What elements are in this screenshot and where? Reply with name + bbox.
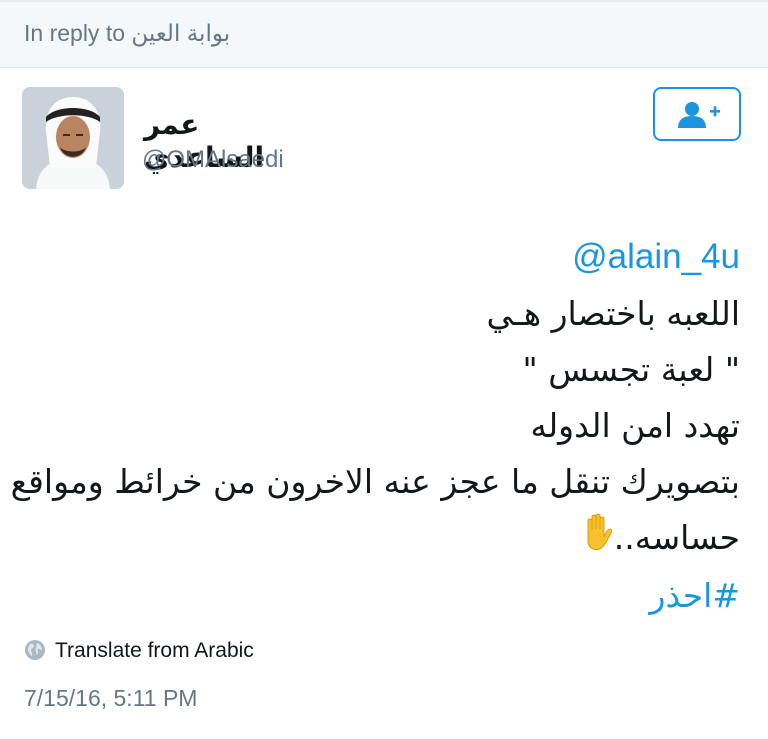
mention-link[interactable]: @alain_4u bbox=[20, 228, 740, 286]
raised-hand-icon bbox=[580, 512, 614, 568]
follow-button[interactable] bbox=[653, 87, 741, 141]
hashtag-link[interactable]: #احذر bbox=[20, 568, 740, 624]
tweet-last-line: حساسه.. bbox=[20, 510, 740, 568]
tweet-line: اللعبه باختصار هـي bbox=[486, 294, 740, 333]
tweet-line: تهدد امن الدوله bbox=[530, 406, 740, 445]
globe-icon bbox=[24, 639, 46, 667]
translate-label: Translate from Arabic bbox=[55, 639, 254, 662]
reply-prefix: In reply to bbox=[24, 20, 125, 46]
reply-context[interactable]: In reply to بوابة العين bbox=[24, 20, 230, 47]
reply-to-name[interactable]: بوابة العين bbox=[131, 20, 230, 46]
tweet-line: بتصويرك تنقل ما عجز عنه الاخرون من خرائط… bbox=[10, 462, 740, 501]
reply-context-bar: In reply to بوابة العين bbox=[0, 0, 768, 68]
user-handle[interactable]: @OMAlsaedi bbox=[142, 146, 284, 174]
follow-user-icon bbox=[678, 102, 720, 128]
avatar-photo bbox=[22, 87, 124, 189]
tweet-line: حساسه.. bbox=[613, 518, 740, 557]
tweet-line: " لعبة تجسس " bbox=[522, 350, 740, 389]
tweet-text: @alain_4u اللعبه باختصار هـي " لعبة تجسس… bbox=[10, 228, 740, 624]
translate-link[interactable]: Translate from Arabic bbox=[24, 639, 254, 667]
tweet-timestamp[interactable]: 7/15/16, 5:11 PM bbox=[24, 685, 197, 712]
avatar[interactable] bbox=[22, 87, 124, 189]
